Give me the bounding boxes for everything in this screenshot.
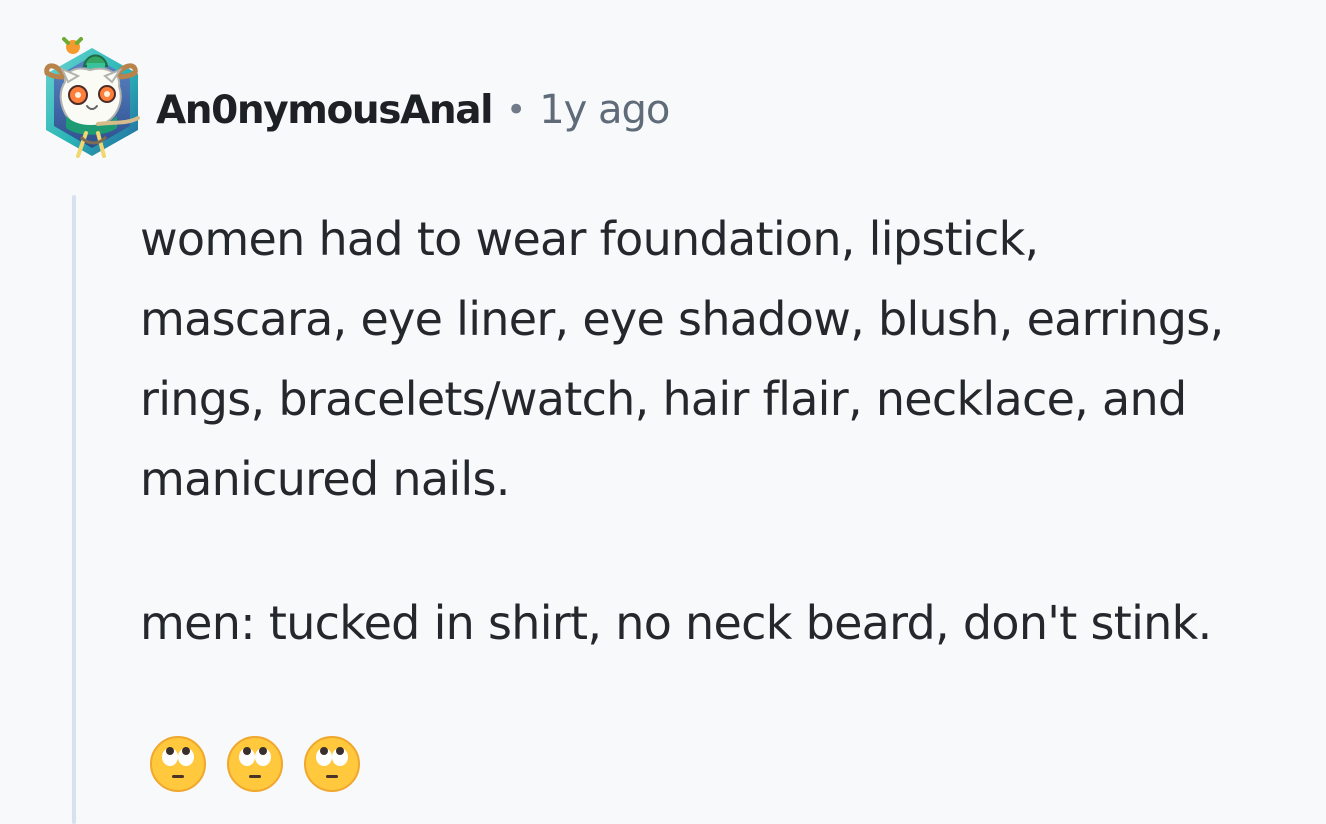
comment-line-2: mascara, eye liner, eye shadow, blush, e… — [140, 292, 1224, 346]
comment-line-1: women had to wear foundation, lipstick, — [140, 212, 1039, 266]
comment-body: women had to wear foundation, lipstick, … — [140, 199, 1310, 663]
comment-thread-line[interactable] — [72, 195, 76, 824]
deer-cat-snoovatar-icon — [44, 37, 140, 158]
user-avatar[interactable] — [34, 34, 150, 170]
comment-paragraph-2: men: tucked in shirt, no neck beard, don… — [140, 596, 1212, 650]
comment-meta: An0nymousAnal • 1y ago — [156, 84, 670, 136]
comment-timestamp[interactable]: 1y ago — [539, 87, 670, 133]
comment-card: An0nymousAnal • 1y ago women had to wear… — [0, 0, 1326, 824]
face-with-rolling-eyes-icon — [150, 736, 206, 792]
comment-line-3: rings, bracelets/watch, hair flair, neck… — [140, 372, 1187, 426]
comment-paragraph-1: women had to wear foundation, lipstick, … — [140, 199, 1310, 519]
face-with-rolling-eyes-icon — [304, 736, 360, 792]
metadata-separator: • — [506, 90, 527, 130]
face-with-rolling-eyes-icon — [227, 736, 283, 792]
emoji-reactions — [150, 736, 360, 792]
comment-line-4: manicured nails. — [140, 452, 510, 506]
author-username[interactable]: An0nymousAnal — [156, 88, 494, 133]
